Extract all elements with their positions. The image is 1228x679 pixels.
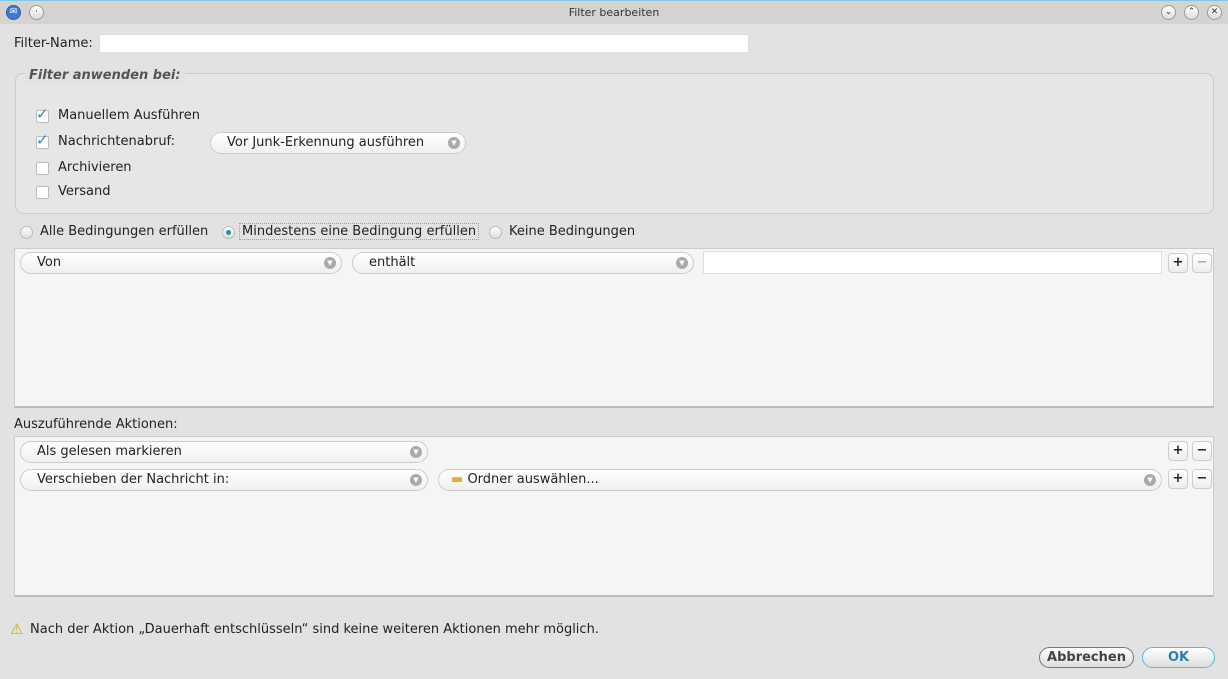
checkmark-icon: ✓ [36,131,49,149]
match-any-label: Mindestens eine Bedingung erfüllen [239,223,480,240]
match-none-label: Keine Bedingungen [509,224,636,239]
condition-operator-value: enthält [369,255,416,270]
condition-operator-select[interactable]: enthält ▼ [352,252,694,274]
chevron-down-icon: ▼ [410,474,422,486]
remove-action-button[interactable]: − [1192,441,1212,461]
fetch-option-select[interactable]: Vor Junk-Erkennung ausführen ▼ [210,132,466,154]
match-none-radio[interactable] [489,226,502,239]
chevron-down-icon: ▼ [410,446,422,458]
title-bar: ✉ · Filter bearbeiten ⌄ ⌃ ✕ [0,0,1228,24]
archive-label: Archivieren [58,160,132,175]
folder-icon: ▬ [451,472,464,487]
remove-condition-button[interactable]: − [1192,253,1212,273]
remove-action-button[interactable]: − [1192,469,1212,489]
match-any-radio[interactable] [222,226,235,239]
action-value: Als gelesen markieren [37,444,182,459]
checkmark-icon: ✓ [36,105,49,123]
chevron-down-icon: ▼ [676,257,688,269]
warning-text: Nach der Aktion „Dauerhaft entschlüsseln… [30,622,599,637]
chevron-down-icon: ▼ [324,257,336,269]
add-action-button[interactable]: + [1168,469,1188,489]
fetch-option-value: Vor Junk-Erkennung ausführen [227,135,425,150]
chevron-down-icon: ▼ [1144,474,1156,486]
condition-field-value: Von [37,255,62,270]
condition-value-input[interactable] [703,251,1162,274]
match-all-label: Alle Bedingungen erfüllen [40,224,209,239]
folder-select[interactable]: ▬ Ordner auswählen... ▼ [438,469,1162,491]
action-select-2[interactable]: Verschieben der Nachricht in: ▼ [20,469,428,491]
send-checkbox[interactable] [36,186,49,199]
window-title: Filter bearbeiten [568,6,660,19]
warning-icon: ⚠ [10,620,24,638]
archive-checkbox[interactable] [36,162,49,175]
chevron-down-icon: ▼ [448,137,460,149]
manual-label: Manuellem Ausführen [58,108,200,123]
folder-value: Ordner auswählen... [467,472,599,487]
apply-legend: Filter anwenden bei: [25,68,185,83]
close-button[interactable]: ✕ [1207,5,1222,20]
fetch-label: Nachrichtenabruf: [58,134,176,149]
filter-name-label: Filter-Name: [14,36,93,51]
send-label: Versand [58,184,111,199]
filter-name-input[interactable] [99,34,749,53]
match-all-radio[interactable] [20,226,33,239]
actions-label: Auszuführende Aktionen: [14,417,178,432]
cancel-button[interactable]: Abbrechen [1039,647,1134,668]
apply-group [15,73,1214,214]
add-condition-button[interactable]: + [1168,253,1188,273]
action-select-1[interactable]: Als gelesen markieren ▼ [20,441,428,463]
maximize-button[interactable]: ⌃ [1184,5,1199,20]
ok-button[interactable]: OK [1142,647,1215,668]
condition-field-select[interactable]: Von ▼ [20,252,342,274]
minimize-button[interactable]: ⌄ [1161,5,1176,20]
add-action-button[interactable]: + [1168,441,1188,461]
action-value: Verschieben der Nachricht in: [37,472,230,487]
